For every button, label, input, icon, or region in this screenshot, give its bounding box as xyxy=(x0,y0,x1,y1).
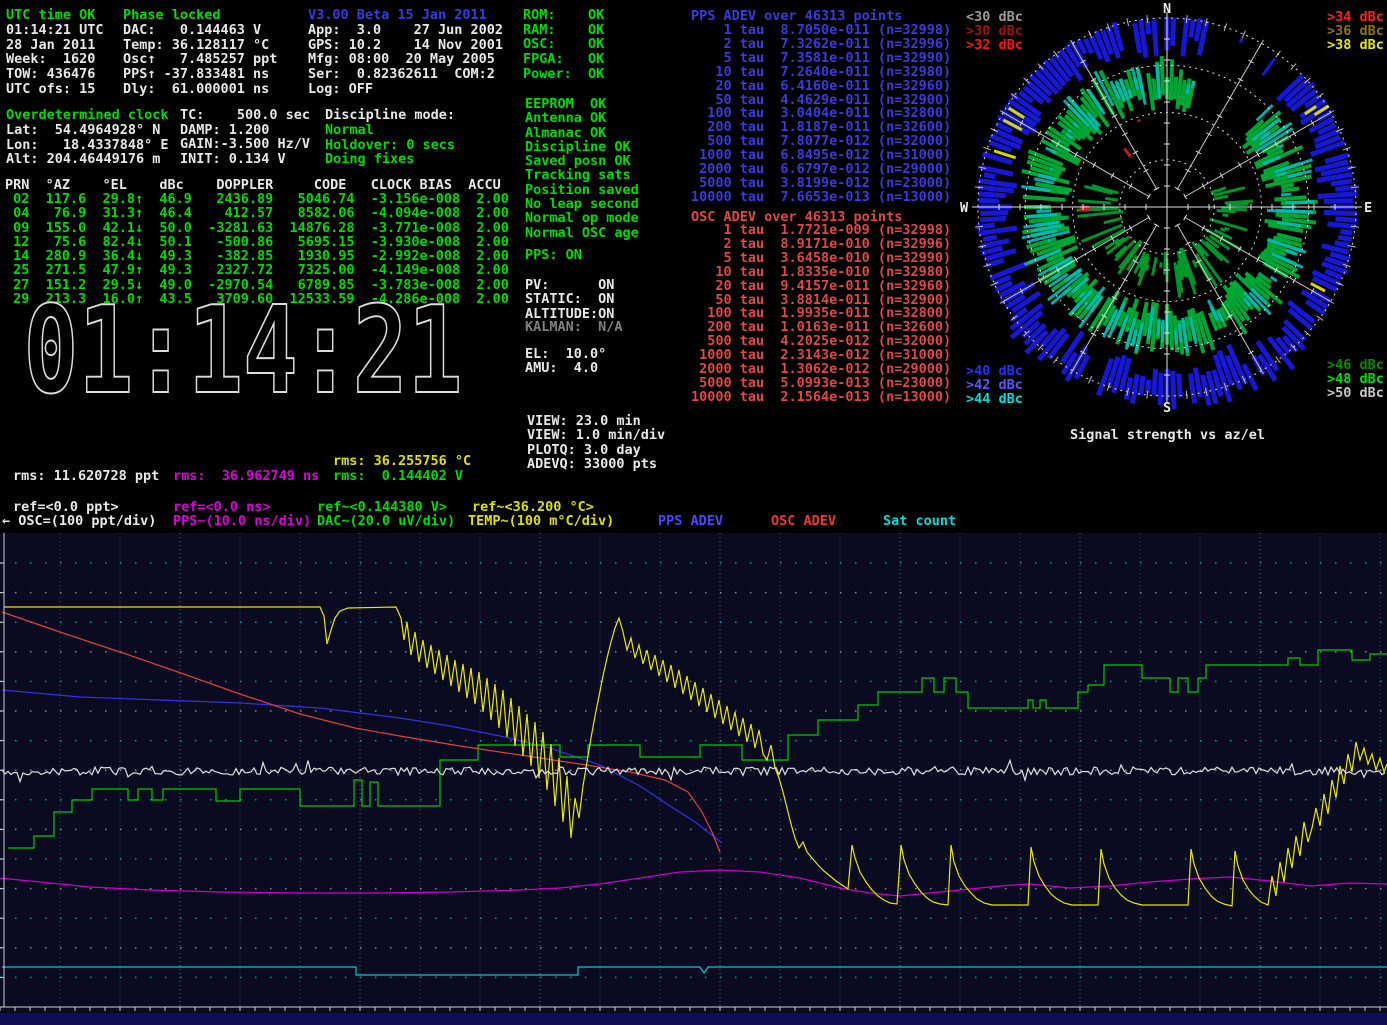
text-line: TC: 500.0 sec xyxy=(180,108,310,123)
text-line: PPS↑ -37.833481 ns xyxy=(123,67,277,82)
receiver-mode-title: Overdetermined clock xyxy=(6,108,169,123)
text-line: 25 271.5 47.9↑ 49.3 2327.72 7325.00 -4.1… xyxy=(5,263,509,277)
strip-chart-plot-area[interactable] xyxy=(0,533,1387,1025)
text-line: TOW: 436476 xyxy=(6,67,104,82)
text-line: 27 151.2 29.5↓ 49.0 -2970.54 6789.85 -3.… xyxy=(5,278,509,292)
text-line: Normal OSC age xyxy=(525,226,639,240)
pps-status: PPS: ON xyxy=(525,248,582,263)
view-block: VIEW: 23.0 minVIEW: 1.0 min/divPLOTQ: 3.… xyxy=(527,414,665,471)
phase-status-title: Phase locked xyxy=(123,8,221,23)
text-line: Alt: 204.46449176 m xyxy=(6,152,169,167)
digital-clock-time: 01:14:21 xyxy=(23,298,462,413)
discipline-mode-title: Discipline mode: xyxy=(325,108,455,123)
fix-modes-block: PV: ONSTATIC: ONALTITUDE:ON xyxy=(525,278,614,321)
text-line: RAM: OK xyxy=(523,23,604,38)
position-block: Lat: 54.4964928° NLon: 18.4337848° EAlt:… xyxy=(6,123,169,167)
polar-cardinal-S: S xyxy=(1163,400,1171,416)
sat-table-rows: 02 117.6 29.8↑ 46.9 2436.89 5046.74 -3.1… xyxy=(5,192,509,306)
text-line: Osc↑ 7.485257 ppt xyxy=(123,52,277,67)
pps-adev-plot-label: PPS ADEV xyxy=(658,514,723,529)
text-line: Log: OFF xyxy=(308,82,503,97)
utc-time-block: 01:14:21 UTC28 Jan 2011Week: 1620TOW: 43… xyxy=(6,23,104,97)
phase-block: DAC: 0.144463 VTemp: 36.128117 °COsc↑ 7.… xyxy=(123,23,277,97)
text-line: Temp: 36.128117 °C xyxy=(123,38,277,53)
text-line: VIEW: 1.0 min/div xyxy=(527,428,665,442)
text-line: 04 76.9 31.3↑ 46.4 412.57 8582.06 -4.094… xyxy=(5,206,509,220)
text-line: STATIC: ON xyxy=(525,292,614,306)
text-line: ADEVQ: 33000 pts xyxy=(527,457,665,471)
rms-temp: rms: 36.255756 °C xyxy=(333,454,471,469)
text-line: 10000 tau 2.1564e-013 (n=13000) xyxy=(691,391,951,405)
text-line: DAC: 0.144463 V xyxy=(123,23,277,38)
discipline-block: NormalHoldover: 0 secsDoing fixes xyxy=(325,123,455,167)
version-block: App: 3.0 27 Jun 2002GPS: 10.2 14 Nov 200… xyxy=(308,23,503,97)
text-line: INIT: 0.134 V xyxy=(180,152,310,167)
text-line: GAIN:-3.500 Hz/V xyxy=(180,137,310,152)
text-line: Position saved xyxy=(525,183,639,197)
text-line: 02 117.6 29.8↑ 46.9 2436.89 5046.74 -3.1… xyxy=(5,192,509,206)
text-line: Discipline OK xyxy=(525,140,639,154)
text-line: 01:14:21 UTC xyxy=(6,23,104,38)
health-block: EEPROM OKAntenna OKAlmanac OKDiscipline … xyxy=(525,97,639,240)
text-line: Saved posn OK xyxy=(525,154,639,168)
scale-osc-label: ← OSC=(100 ppt/div) xyxy=(2,514,156,529)
text-line: FPGA: OK xyxy=(523,52,604,67)
text-line: No leap second xyxy=(525,197,639,211)
text-line: Almanac OK xyxy=(525,126,639,140)
text-line: EEPROM OK xyxy=(525,97,639,111)
text-line: Lon: 18.4337848° E xyxy=(6,138,169,153)
rms-pps: rms: 36.962749 ns xyxy=(173,469,319,484)
text-line: Lat: 54.4964928° N xyxy=(6,123,169,138)
polar-cardinal-N: N xyxy=(1163,1,1171,17)
text-line: Normal xyxy=(325,123,455,138)
text-line: PLOTQ: 3.0 day xyxy=(527,443,665,457)
text-line: 14 280.9 36.4↓ 49.3 -382.85 1930.95 -2.9… xyxy=(5,249,509,263)
osc-adev-plot-label: OSC ADEV xyxy=(771,514,836,529)
kalman-status: KALMAN: N/A xyxy=(525,320,623,335)
polar-caption: Signal strength vs az/el xyxy=(1070,428,1265,443)
text-line: 09 155.0 42.1↓ 50.0 -3281.63 14876.28 -3… xyxy=(5,221,509,235)
scale-dac-label: DAC~(20.0 uV/div) xyxy=(317,514,455,529)
text-line: Holdover: 0 secs xyxy=(325,138,455,153)
version-title: V3.00 Beta 15 Jan 2011 xyxy=(308,8,487,23)
text-line: VIEW: 23.0 min xyxy=(527,414,665,428)
utc-status-title: UTC time OK xyxy=(6,8,95,23)
text-line: Normal op mode xyxy=(525,211,639,225)
text-line: Antenna OK xyxy=(525,111,639,125)
plot-marker-bar xyxy=(0,1013,1387,1025)
text-line: OSC: OK xyxy=(523,37,604,52)
text-line: GPS: 10.2 14 Nov 2001 xyxy=(308,38,503,53)
text-line: Tracking sats xyxy=(525,168,639,182)
signal-strength-polar-map: N E S W xyxy=(948,0,1387,424)
text-line: Week: 1620 xyxy=(6,52,104,67)
osc-adev-table: 1 tau 1.7721e-009 (n=32998) 2 tau 8.9171… xyxy=(691,224,951,405)
text-line: 10000 tau 7.6653e-013 (n=13000) xyxy=(691,191,951,205)
text-line: Dly: 61.000001 ns xyxy=(123,82,277,97)
polar-cardinal-W: W xyxy=(960,200,969,216)
sat-count-plot-label: Sat count xyxy=(883,514,956,529)
text-line: 28 Jan 2011 xyxy=(6,38,104,53)
selftest-block: ROM: OKRAM: OKOSC: OKFPGA: OKPower: OK xyxy=(523,8,604,82)
text-line: 12 75.6 82.4↓ 50.1 -500.86 5695.15 -3.93… xyxy=(5,235,509,249)
loop-params-block: TC: 500.0 secDAMP: 1.200GAIN:-3.500 Hz/V… xyxy=(180,108,310,167)
text-line: DAMP: 1.200 xyxy=(180,123,310,138)
scale-pps-label: PPS~(10.0 ns/div) xyxy=(173,514,311,529)
text-line: ROM: OK xyxy=(523,8,604,23)
text-line: Power: OK xyxy=(523,67,604,82)
text-line: Ser: 0.82362611 COM:2 xyxy=(308,67,503,82)
lady-heather-screen: UTC time OK 01:14:21 UTC28 Jan 2011Week:… xyxy=(0,0,1387,1025)
rms-dac: rms: 0.144402 V xyxy=(333,469,463,484)
amu-mask: AMU: 4.0 xyxy=(525,361,598,376)
text-line: Doing fixes xyxy=(325,152,455,167)
text-line: App: 3.0 27 Jun 2002 xyxy=(308,23,503,38)
text-line: UTC ofs: 15 xyxy=(6,82,104,97)
polar-cardinal-E: E xyxy=(1364,200,1372,216)
scale-temp-label: TEMP~(100 m°C/div) xyxy=(468,514,614,529)
text-line: Mfg: 08:00 20 May 2005 xyxy=(308,52,503,67)
rms-osc: rms: 11.620728 ppt xyxy=(13,469,159,484)
text-line: PV: ON xyxy=(525,278,614,292)
pps-adev-table: 1 tau 8.7050e-011 (n=32998) 2 tau 7.3262… xyxy=(691,24,951,205)
digital-clock: 01:14:21 xyxy=(22,298,467,413)
